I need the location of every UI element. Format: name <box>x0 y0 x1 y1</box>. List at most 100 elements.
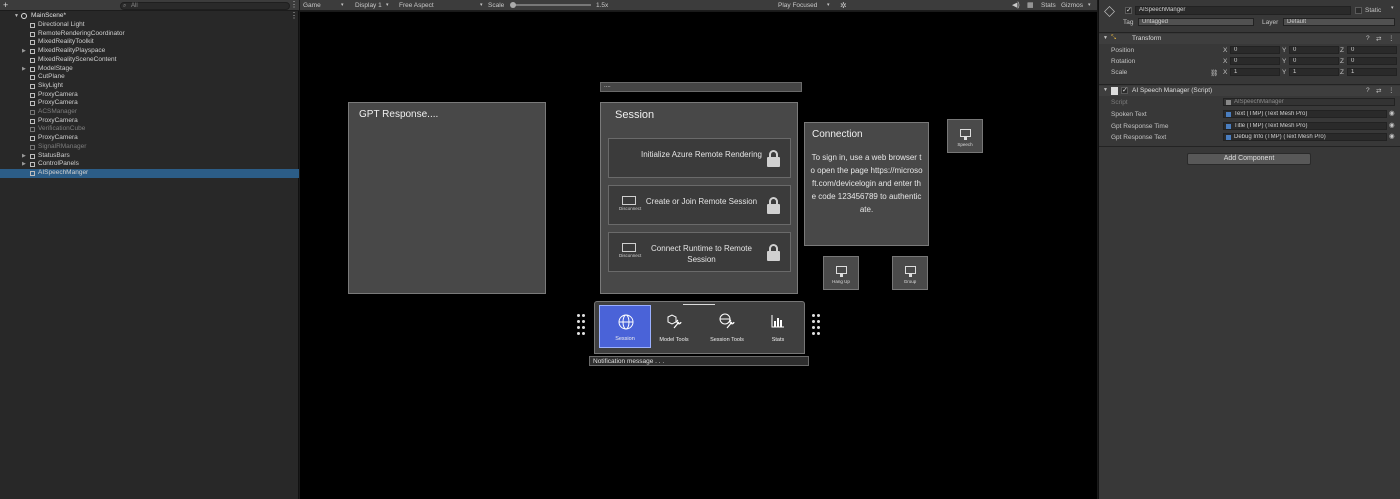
preset-icon[interactable]: ⇄ <box>1376 35 1381 43</box>
hierarchy-item-label: ACSManager <box>38 108 78 115</box>
component-menu-icon[interactable]: ⋮ <box>1388 86 1395 94</box>
gizmos-button[interactable]: Gizmos <box>1061 0 1083 11</box>
play-mode-dropdown[interactable]: Play Focused <box>778 0 817 11</box>
transform-header[interactable]: ▼ ⤡ Transform ? ⇄ ⋮ <box>1099 34 1400 44</box>
audio-icon[interactable]: ◀) <box>1012 0 1020 11</box>
gpt-response-text-label: Gpt Response Text <box>1111 134 1167 141</box>
hang-up-button[interactable]: Hang Up <box>823 256 859 290</box>
session-header-bar[interactable]: .... <box>600 82 802 92</box>
group-button[interactable]: Group <box>892 256 928 290</box>
group-label: Group <box>903 279 917 284</box>
transform-position-z-input[interactable]: 0 <box>1347 46 1397 54</box>
hierarchy-item[interactable]: ProxyCamera <box>0 91 299 100</box>
dock-session-button[interactable]: Session <box>599 305 651 348</box>
hierarchy-item-label: SkyLight <box>38 81 63 89</box>
hierarchy-item[interactable]: ▶ StatusBars <box>0 152 299 161</box>
hierarchy-item[interactable]: RemoteRenderingCoordinator <box>0 30 299 39</box>
hierarchy-search-input[interactable]: ⌕ All <box>120 2 290 10</box>
gizmos-chevron-icon[interactable]: ▾ <box>1088 0 1091 11</box>
expand-arrow-icon[interactable]: ▶ <box>22 65 26 74</box>
right-grip-handle[interactable] <box>811 314 823 340</box>
transform-position-x-input[interactable]: 0 <box>1230 46 1280 54</box>
hierarchy-item[interactable]: ACSManager <box>0 108 299 117</box>
dock-session-tools-button[interactable]: Session Tools <box>701 305 753 348</box>
object-picker-icon[interactable]: ◉ <box>1389 109 1395 117</box>
initialize-arr-button[interactable]: Initialize Azure Remote Rendering <box>608 138 791 178</box>
static-label: Static <box>1365 7 1382 14</box>
preset-icon[interactable]: ⇄ <box>1376 87 1381 95</box>
grid-icon[interactable]: ▦ <box>1027 0 1034 11</box>
expand-arrow-icon[interactable]: ▶ <box>22 152 26 161</box>
scale-slider-handle[interactable] <box>510 2 516 8</box>
disconnect-icon: Disconnect <box>619 243 641 258</box>
scene-menu-icon[interactable]: ⋮ <box>290 11 298 21</box>
hierarchy-item[interactable]: SkyLight <box>0 82 299 91</box>
stats-button[interactable]: Stats <box>1041 0 1056 11</box>
transform-title: Transform <box>1132 35 1162 42</box>
static-checkbox[interactable] <box>1355 7 1362 14</box>
transform-position-y-input[interactable]: 0 <box>1289 46 1339 54</box>
create-join-session-button[interactable]: Disconnect Create or Join Remote Session <box>608 185 791 225</box>
globe-wrench-icon <box>719 313 735 329</box>
dock-model-tools-button[interactable]: Model Tools <box>648 305 700 348</box>
hierarchy-item[interactable]: ProxyCamera <box>0 117 299 126</box>
hierarchy-item[interactable]: SignalRManager <box>0 143 299 152</box>
hierarchy-item[interactable]: ▶ MixedRealityPlayspace <box>0 47 299 56</box>
spoken-text-field[interactable]: Text (TMP) (Text Mesh Pro) <box>1223 110 1387 118</box>
active-checkbox[interactable]: ✓ <box>1125 7 1132 14</box>
gpt-response-time-field[interactable]: Title (TMP) (Text Mesh Pro) <box>1223 122 1387 130</box>
expand-arrow-icon[interactable]: ▼ <box>1103 87 1108 93</box>
connect-runtime-button[interactable]: Disconnect Connect Runtime to Remote Ses… <box>608 232 791 272</box>
hierarchy-item[interactable]: MixedRealitySceneContent <box>0 56 299 65</box>
expand-arrow-icon[interactable]: ▶ <box>22 47 26 56</box>
lock-icon <box>767 197 780 214</box>
tab-dropdown-icon[interactable]: ▾ <box>341 0 344 11</box>
transform-rotation-z-input[interactable]: 0 <box>1347 57 1397 65</box>
expand-arrow-icon[interactable]: ▼ <box>1103 35 1108 41</box>
expand-arrow-icon[interactable]: ▶ <box>22 160 26 169</box>
more-menu-icon[interactable]: ⋮ <box>290 0 298 10</box>
axis-y-label: Y <box>1282 69 1287 76</box>
game-view[interactable]: GPT Response.... .... Session Initialize… <box>300 12 1097 499</box>
script-component-header[interactable]: ▼ ✓ AI Speech Manager (Script) ? ⇄ ⋮ <box>1099 86 1400 96</box>
transform-rotation-x-input[interactable]: 0 <box>1230 57 1280 65</box>
gpt-response-text-field[interactable]: Debug Info (TMP) (Text Mesh Pro) <box>1223 133 1387 141</box>
dock-stats-button[interactable]: Stats <box>752 305 804 348</box>
help-icon[interactable]: ? <box>1366 35 1370 42</box>
game-tab[interactable]: Game <box>303 0 321 11</box>
hierarchy-item[interactable]: CutPlane <box>0 73 299 82</box>
transform-scale-x-input[interactable]: 1 <box>1230 68 1280 76</box>
layer-dropdown[interactable]: Default <box>1283 18 1395 26</box>
scene-row[interactable]: ▼ MainScene* ⋮ <box>0 11 299 21</box>
connection-message: To sign in, use a web browser to open th… <box>810 153 923 214</box>
expand-arrow-icon[interactable]: ▼ <box>14 12 19 21</box>
hierarchy-item[interactable]: Directional Light <box>0 21 299 30</box>
component-menu-icon[interactable]: ⋮ <box>1388 34 1395 42</box>
hierarchy-item[interactable]: VerificationCube <box>0 125 299 134</box>
hierarchy-item[interactable]: AISpeechManger <box>0 168 299 178</box>
hierarchy-item[interactable]: ▶ ModelStage <box>0 65 299 74</box>
settings-gear-icon[interactable]: ✲ <box>840 0 847 11</box>
hierarchy-item[interactable]: ProxyCamera <box>0 134 299 143</box>
object-name-field[interactable]: AISpeechManger <box>1135 6 1351 15</box>
speech-button[interactable]: Speech <box>947 119 983 153</box>
left-grip-handle[interactable] <box>576 314 588 340</box>
transform-scale-y-input[interactable]: 1 <box>1289 68 1339 76</box>
transform-rotation-y-input[interactable]: 0 <box>1289 57 1339 65</box>
transform-scale-z-input[interactable]: 1 <box>1347 68 1397 76</box>
aspect-dropdown[interactable]: Free Aspect <box>399 0 434 11</box>
scale-slider[interactable] <box>511 4 591 6</box>
object-picker-icon[interactable]: ◉ <box>1389 121 1395 129</box>
constrain-proportions-icon[interactable]: ⛓ <box>1210 69 1218 77</box>
help-icon[interactable]: ? <box>1366 87 1370 94</box>
hierarchy-item[interactable]: ▶ ControlPanels <box>0 160 299 169</box>
hierarchy-item[interactable]: ProxyCamera <box>0 99 299 108</box>
display-dropdown[interactable]: Display 1 <box>355 0 382 11</box>
tag-dropdown[interactable]: Untagged <box>1138 18 1254 26</box>
hierarchy-item[interactable]: MixedRealityToolkit <box>0 38 299 47</box>
add-component-button[interactable]: Add Component <box>1187 153 1311 165</box>
create-button[interactable]: + <box>3 0 8 10</box>
static-dropdown-icon[interactable]: ▾ <box>1391 5 1394 11</box>
object-picker-icon[interactable]: ◉ <box>1389 132 1395 140</box>
script-enabled-checkbox[interactable]: ✓ <box>1121 87 1128 94</box>
